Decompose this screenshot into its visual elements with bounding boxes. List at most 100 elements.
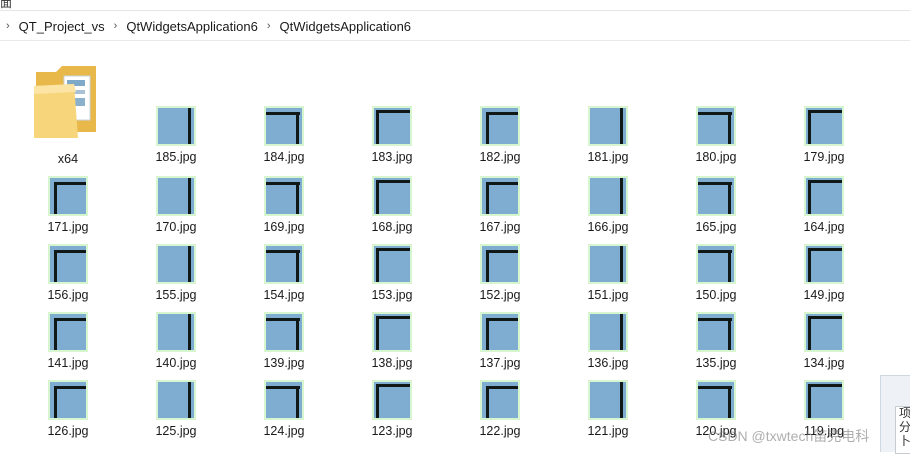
address-bar[interactable]: › QT_Project_vs › QtWidgetsApplication6 …	[0, 12, 910, 41]
side-popup-item[interactable]: 卜	[899, 434, 910, 448]
file-item[interactable]: 139.jpg	[234, 312, 334, 378]
file-item[interactable]: 169.jpg	[234, 176, 334, 242]
image-thumbnail	[480, 244, 520, 284]
file-item[interactable]: 122.jpg	[450, 380, 550, 446]
image-thumbnail	[588, 244, 628, 284]
file-name: 152.jpg	[479, 288, 521, 302]
file-item[interactable]: 185.jpg	[126, 106, 226, 172]
image-thumbnail	[264, 106, 304, 146]
file-name: 124.jpg	[263, 424, 305, 438]
folder-icon	[34, 66, 96, 138]
file-name: 139.jpg	[263, 356, 305, 370]
image-thumbnail	[804, 380, 844, 420]
image-thumbnail	[588, 312, 628, 352]
file-item[interactable]: 151.jpg	[558, 244, 658, 310]
file-item[interactable]: 165.jpg	[666, 176, 766, 242]
file-item[interactable]: 135.jpg	[666, 312, 766, 378]
image-thumbnail	[156, 380, 196, 420]
file-name: 121.jpg	[587, 424, 629, 438]
file-item[interactable]: 179.jpg	[774, 106, 874, 172]
file-item[interactable]: 184.jpg	[234, 106, 334, 172]
image-thumbnail	[696, 380, 736, 420]
image-thumbnail	[48, 176, 88, 216]
file-item[interactable]: 121.jpg	[558, 380, 658, 446]
file-name: 149.jpg	[803, 288, 845, 302]
file-name: 135.jpg	[695, 356, 737, 370]
file-name: 153.jpg	[371, 288, 413, 302]
chevron-right-icon[interactable]: ›	[0, 20, 19, 32]
file-item[interactable]: 156.jpg	[18, 244, 118, 310]
image-thumbnail	[804, 106, 844, 146]
file-name: 180.jpg	[695, 150, 737, 164]
file-item[interactable]: 124.jpg	[234, 380, 334, 446]
file-name: 122.jpg	[479, 424, 521, 438]
side-popup-item[interactable]: 项	[899, 406, 910, 420]
file-name: 125.jpg	[155, 424, 197, 438]
file-item[interactable]: 183.jpg	[342, 106, 442, 172]
file-item[interactable]: 125.jpg	[126, 380, 226, 446]
image-thumbnail	[48, 244, 88, 284]
chevron-right-icon[interactable]: ›	[105, 20, 127, 32]
file-item[interactable]: 123.jpg	[342, 380, 442, 446]
file-item[interactable]: 152.jpg	[450, 244, 550, 310]
file-name: 155.jpg	[155, 288, 197, 302]
image-thumbnail	[372, 312, 412, 352]
file-item[interactable]: 150.jpg	[666, 244, 766, 310]
image-thumbnail	[264, 244, 304, 284]
file-name: 126.jpg	[47, 424, 89, 438]
file-name: 183.jpg	[371, 150, 413, 164]
file-name: 185.jpg	[155, 150, 197, 164]
file-item[interactable]: 182.jpg	[450, 106, 550, 172]
file-item[interactable]: 154.jpg	[234, 244, 334, 310]
image-thumbnail	[48, 312, 88, 352]
image-thumbnail	[48, 380, 88, 420]
file-item[interactable]: 126.jpg	[18, 380, 118, 446]
file-name: 171.jpg	[47, 220, 89, 234]
image-thumbnail	[372, 106, 412, 146]
breadcrumb-item[interactable]: QtWidgetsApplication6	[280, 19, 412, 34]
file-grid: x64 185.jpg 184.jpg 183.jpg 182.jpg 181.jpg 1…	[0, 40, 880, 451]
side-popup-item[interactable]: 分	[899, 420, 910, 434]
watermark-text: CSDN @txwtech笛克电科	[708, 428, 870, 444]
file-name: 168.jpg	[371, 220, 413, 234]
file-item[interactable]: 136.jpg	[558, 312, 658, 378]
image-thumbnail	[480, 380, 520, 420]
file-item[interactable]: 167.jpg	[450, 176, 550, 242]
file-item[interactable]: 137.jpg	[450, 312, 550, 378]
file-item[interactable]: 181.jpg	[558, 106, 658, 172]
image-thumbnail	[588, 380, 628, 420]
breadcrumb-item[interactable]: QT_Project_vs	[19, 19, 105, 34]
image-thumbnail	[696, 176, 736, 216]
image-thumbnail	[588, 106, 628, 146]
file-name: 181.jpg	[587, 150, 629, 164]
image-thumbnail	[696, 244, 736, 284]
file-item[interactable]: 153.jpg	[342, 244, 442, 310]
folder-item-x64[interactable]: x64	[18, 40, 118, 170]
file-item[interactable]: 155.jpg	[126, 244, 226, 310]
breadcrumb-item[interactable]: QtWidgetsApplication6	[126, 19, 258, 34]
file-item[interactable]: 168.jpg	[342, 176, 442, 242]
image-thumbnail	[480, 176, 520, 216]
file-item[interactable]: 134.jpg	[774, 312, 874, 378]
file-item[interactable]: 140.jpg	[126, 312, 226, 378]
file-item[interactable]: 149.jpg	[774, 244, 874, 310]
image-thumbnail	[264, 380, 304, 420]
file-name: 151.jpg	[587, 288, 629, 302]
file-name: 150.jpg	[695, 288, 737, 302]
window-title-fragment: 面	[0, 0, 13, 10]
file-item[interactable]: 164.jpg	[774, 176, 874, 242]
file-item[interactable]: 166.jpg	[558, 176, 658, 242]
chevron-right-icon[interactable]: ›	[258, 20, 280, 32]
file-item[interactable]: 138.jpg	[342, 312, 442, 378]
file-name: 169.jpg	[263, 220, 305, 234]
file-item[interactable]: 171.jpg	[18, 176, 118, 242]
image-thumbnail	[156, 244, 196, 284]
file-name: 123.jpg	[371, 424, 413, 438]
file-name: 182.jpg	[479, 150, 521, 164]
image-thumbnail	[156, 176, 196, 216]
file-item[interactable]: 180.jpg	[666, 106, 766, 172]
window-top-strip: 面	[0, 0, 910, 11]
file-item[interactable]: 170.jpg	[126, 176, 226, 242]
side-popup[interactable]: 项 分 卜	[880, 375, 910, 454]
file-item[interactable]: 141.jpg	[18, 312, 118, 378]
